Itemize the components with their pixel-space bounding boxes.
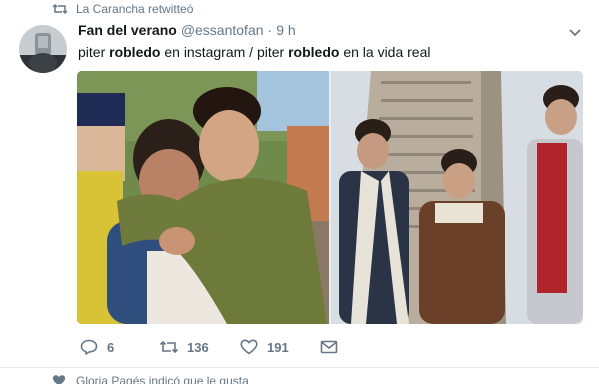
- tweet-timestamp[interactable]: 9 h: [276, 22, 295, 38]
- retweet-context-label[interactable]: La Carancha retwitteó: [76, 2, 193, 16]
- like-count: 191: [267, 339, 289, 355]
- retweet-button[interactable]: 136: [159, 338, 229, 356]
- heart-icon: [239, 338, 259, 356]
- media-photo-hug[interactable]: [77, 71, 329, 324]
- retweet-icon: [159, 338, 179, 356]
- tweet-header: Fan del verano @essantofan · 9 h: [78, 22, 296, 38]
- tweet-media: [77, 71, 583, 324]
- reply-button[interactable]: 6: [79, 338, 139, 356]
- tweet-divider: [0, 367, 599, 368]
- tweet-text-part: en la vida real: [339, 44, 431, 60]
- like-button[interactable]: 191: [239, 338, 309, 356]
- direct-message-button[interactable]: [319, 338, 349, 356]
- tweet-text-highlight: robledo: [288, 44, 340, 60]
- retweet-icon: [52, 2, 68, 16]
- retweet-context: La Carancha retwitteó: [52, 1, 193, 17]
- tweet-text: piter robledo en instagram / piter roble…: [78, 42, 431, 62]
- envelope-icon: [319, 338, 339, 356]
- heart-icon: [52, 374, 68, 384]
- like-context: Gloria Pagés indicó que le gusta: [52, 374, 249, 384]
- tweet-text-highlight: robledo: [109, 44, 161, 60]
- tweet[interactable]: La Carancha retwitteó Fan del verano @es…: [0, 0, 599, 368]
- author-handle[interactable]: @essantofan: [181, 22, 264, 38]
- chevron-down-icon[interactable]: [568, 26, 582, 40]
- header-separator: ·: [267, 22, 273, 38]
- retweet-count: 136: [187, 339, 209, 355]
- reply-count: 6: [107, 339, 115, 355]
- media-photo-building[interactable]: [331, 71, 583, 324]
- like-context-label[interactable]: Gloria Pagés indicó que le gusta: [76, 374, 249, 384]
- reply-icon: [79, 338, 99, 356]
- tweet-text-part: en instagram / piter: [160, 44, 289, 60]
- tweet-text-part: piter: [78, 44, 110, 60]
- author-name[interactable]: Fan del verano: [78, 22, 177, 38]
- avatar[interactable]: [19, 25, 67, 73]
